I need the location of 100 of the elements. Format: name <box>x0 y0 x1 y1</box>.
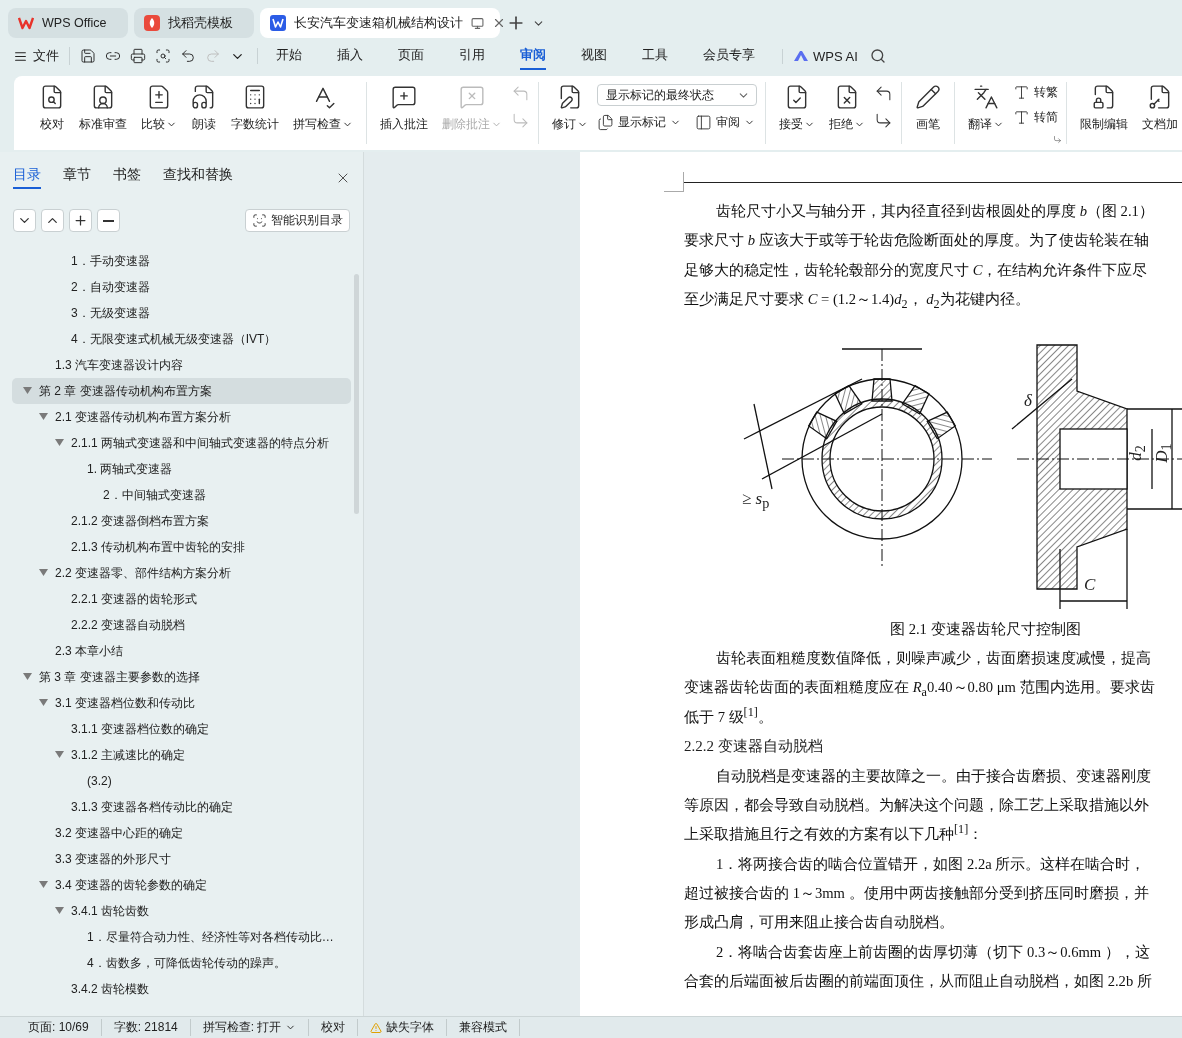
panel-tab[interactable]: 目录 <box>13 166 41 189</box>
status-item[interactable]: 兼容模式 <box>447 1019 521 1036</box>
search-icon[interactable] <box>869 48 886 64</box>
ribbon-button[interactable]: 限制编辑 <box>1075 82 1133 135</box>
paragraph-line: 足够大的稳定性，齿轮轮毂部分的宽度尺寸 C，在结构允许条件下应尽 <box>684 260 1149 280</box>
toc-item[interactable]: 3.3 变速器的外形尺寸 <box>12 846 351 872</box>
ribbon-button[interactable]: 字数统计 <box>226 82 284 135</box>
toc-item[interactable]: 2.2.1 变速器的齿轮形式 <box>12 586 351 612</box>
expand-triangle-icon[interactable] <box>23 673 32 681</box>
forward-arrow-icon <box>511 111 530 130</box>
toc-item[interactable]: 1．尽量符合动力性、经济性等对各档传动比… <box>12 924 351 950</box>
undo-icon[interactable] <box>180 48 196 64</box>
print-preview-icon[interactable] <box>155 48 171 64</box>
expand-triangle-icon[interactable] <box>39 881 48 889</box>
toc-item[interactable]: 3.1.1 变速器档位数的确定 <box>12 716 351 742</box>
monitor-icon[interactable] <box>471 16 484 30</box>
toc-item[interactable]: 2．自动变速器 <box>12 274 351 300</box>
toc-item[interactable]: 3.1.3 变速器各档传动比的确定 <box>12 794 351 820</box>
ribbon-button[interactable]: 标准审查 <box>74 82 132 135</box>
toc-item[interactable]: 2.1.3 传动机构布置中齿轮的安排 <box>12 534 351 560</box>
toc-item[interactable]: 2.1.1 两轴式变速器和中间轴式变速器的特点分析 <box>12 430 351 456</box>
markup-select[interactable]: 显示标记的最终状态 <box>597 84 757 106</box>
toc-item[interactable]: 1. 两轴式变速器 <box>12 456 351 482</box>
logo-icon <box>18 16 34 30</box>
toc-item[interactable]: 4．齿数多，可降低齿轮传动的躁声。 <box>12 950 351 976</box>
toc-item[interactable]: 3.2 变速器中心距的确定 <box>12 820 351 846</box>
toc-item[interactable]: 2.3 本章小结 <box>12 638 351 664</box>
toc-item[interactable]: 4．无限变速式机械无级变速器（IVT） <box>12 326 351 352</box>
ribbon-button[interactable]: 修订 <box>547 82 593 135</box>
smart-toc-button[interactable]: 智能识别目录 <box>245 209 350 232</box>
ribbon-button[interactable]: 显示标记 <box>597 114 681 131</box>
file-menu[interactable]: 文件 <box>33 47 59 65</box>
ribbon-button[interactable]: 审阅 <box>695 114 755 131</box>
toc-item[interactable]: 1．手动变速器 <box>12 248 351 274</box>
ribbon-button[interactable]: 朗读 <box>186 82 222 135</box>
toc-item[interactable]: 1.3 汽车变速器设计内容 <box>12 352 351 378</box>
paragraph-line: 变速器齿轮齿面的表面粗糙度应在 R$_{a}$0.40～0.80 μm 范围内选用。要求齿 <box>684 678 1156 702</box>
toc-item[interactable]: 2.2.2 变速器自动脱档 <box>12 612 351 638</box>
status-item[interactable]: 字数: 21814 <box>101 1019 191 1036</box>
toc-item[interactable]: 2.1 变速器传动机构布置方案分析 <box>12 404 351 430</box>
ribbon-button[interactable]: 画笔 <box>910 82 946 135</box>
menu-tab[interactable]: 审阅 <box>520 42 546 70</box>
ribbon-button[interactable]: 拼写检查 <box>288 82 358 135</box>
paragraph-line: 上采取措施且行之有效的方案有以下几种$^{[1]}$： <box>684 821 985 845</box>
menu-tab[interactable]: 引用 <box>459 42 485 70</box>
toc-item[interactable]: 2．中间轴式变速器 <box>12 482 351 508</box>
ribbon-button[interactable]: 转繁 <box>1013 84 1058 101</box>
expand-triangle-icon[interactable] <box>55 439 64 447</box>
status-item[interactable]: 缺失字体 <box>358 1019 448 1036</box>
window-tab[interactable]: 长安汽车变速箱机械结构设计 <box>260 8 500 38</box>
save-icon[interactable] <box>80 48 96 64</box>
toc-item[interactable]: 第 3 章 变速器主要参数的选择 <box>12 664 351 690</box>
ribbon-button[interactable]: 插入批注 <box>375 82 433 135</box>
toc-item[interactable]: (3.2) <box>12 768 351 794</box>
ribbon-button[interactable]: 翻译 <box>963 82 1009 135</box>
ribbon-button[interactable]: 转简 <box>1013 109 1058 126</box>
panel-tab[interactable]: 查找和替换 <box>163 166 233 189</box>
menu-tab[interactable]: 工具 <box>642 42 668 70</box>
ribbon-button[interactable]: 拒绝 <box>824 82 870 135</box>
status-item[interactable]: 拼写检查: 打开 <box>190 1019 310 1036</box>
ai-menu[interactable]: WPS AI <box>813 48 858 64</box>
window-tab[interactable]: 找稻壳模板 <box>134 8 254 38</box>
status-item[interactable]: 页面: 10/69 <box>16 1019 102 1036</box>
toc-item[interactable]: 2.2 变速器零、部件结构方案分析 <box>12 560 351 586</box>
ribbon-button[interactable]: 接受 <box>774 82 820 135</box>
expand-triangle-icon[interactable] <box>39 413 48 421</box>
toc-item[interactable]: 3.4.1 齿轮齿数 <box>12 898 351 924</box>
expand-triangle-icon[interactable] <box>23 387 32 395</box>
window-tab[interactable]: WPS Office <box>8 8 128 38</box>
expand-triangle-icon[interactable] <box>39 569 48 577</box>
ribbon-button[interactable]: 校对 <box>34 82 70 135</box>
panel-tab[interactable]: 章节 <box>63 166 91 189</box>
panel-tab[interactable]: 书签 <box>113 166 141 189</box>
toc-item[interactable]: 2.1.2 变速器倒档布置方案 <box>12 508 351 534</box>
menu-tab[interactable]: 会员专享 <box>703 42 755 70</box>
toc-item[interactable]: 3.1.2 主减速比的确定 <box>12 742 351 768</box>
scrollbar[interactable] <box>354 274 359 514</box>
add-button[interactable] <box>69 209 92 232</box>
ribbon-button[interactable]: 文档加 <box>1137 82 1182 135</box>
ribbon-button[interactable]: 比较 <box>136 82 182 135</box>
menu-tab[interactable]: 开始 <box>276 42 302 70</box>
expand-triangle-icon[interactable] <box>55 751 64 759</box>
launcher-icon[interactable] <box>1053 135 1062 144</box>
remove-button[interactable] <box>97 209 120 232</box>
toc-item[interactable]: 3.4.2 齿轮模数 <box>12 976 351 1002</box>
menu-tab[interactable]: 页面 <box>398 42 424 70</box>
print-icon[interactable] <box>130 48 146 64</box>
close-icon[interactable] <box>492 16 506 30</box>
toc-item[interactable]: 3．无级变速器 <box>12 300 351 326</box>
section-heading: 2.2.2 变速器自动脱档 <box>684 737 824 757</box>
toc-item[interactable]: 第 2 章 变速器传动机构布置方案 <box>12 378 351 404</box>
menu-icon[interactable] <box>14 49 27 63</box>
toc-item[interactable]: 3.4 变速器的齿轮参数的确定 <box>12 872 351 898</box>
expand-triangle-icon[interactable] <box>39 699 48 707</box>
status-item[interactable]: 校对 <box>309 1019 359 1036</box>
toc-item[interactable]: 3.1 变速器档位数和传动比 <box>12 690 351 716</box>
menu-tab[interactable]: 插入 <box>337 42 363 70</box>
plus-icon <box>73 213 88 228</box>
expand-triangle-icon[interactable] <box>55 907 64 915</box>
menu-tab[interactable]: 视图 <box>581 42 607 70</box>
